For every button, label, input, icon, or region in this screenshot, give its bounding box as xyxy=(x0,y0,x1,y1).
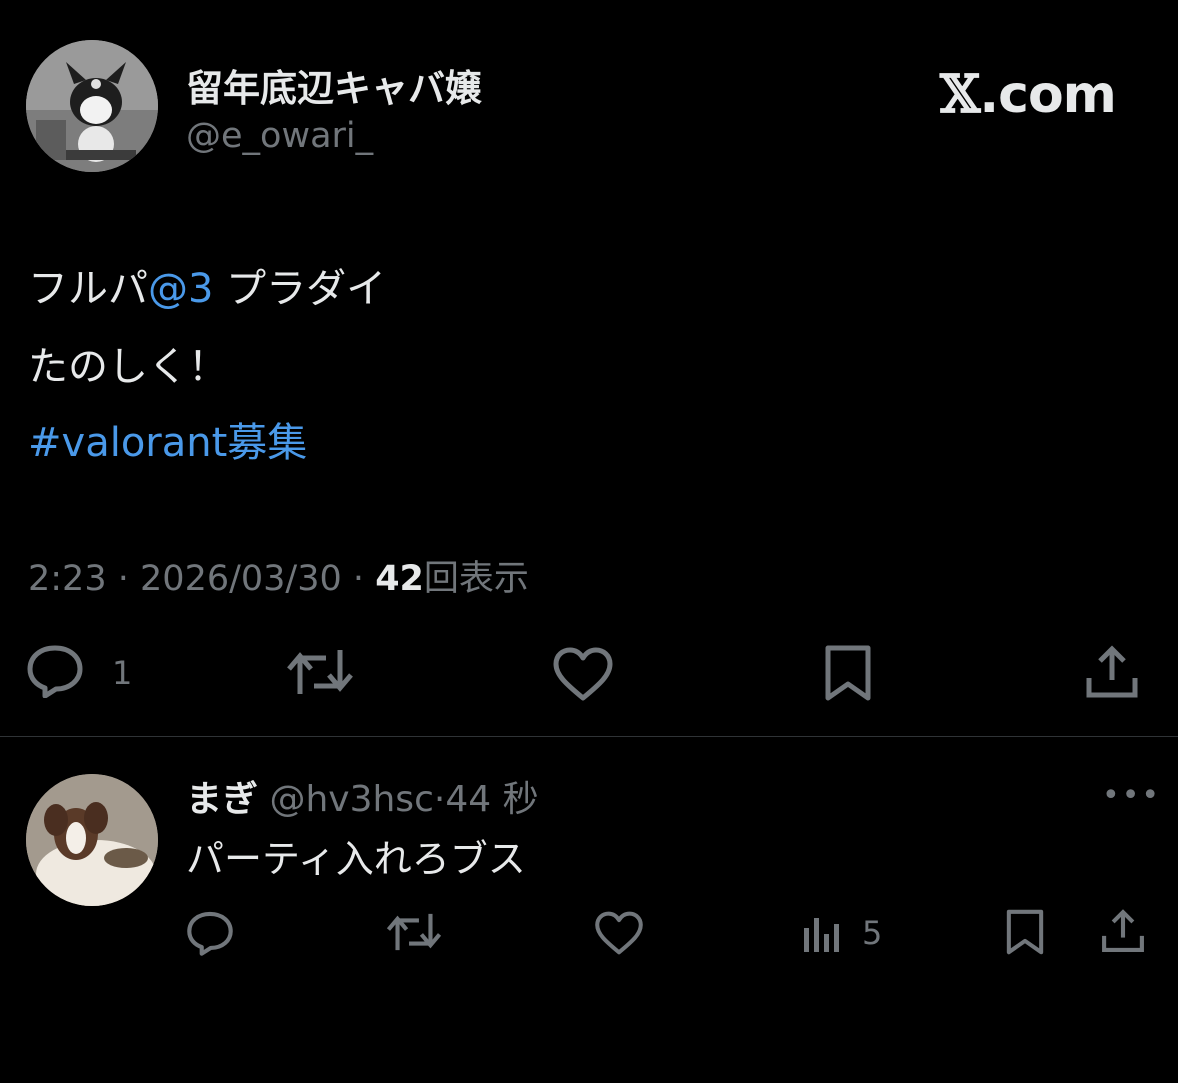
author-avatar[interactable] xyxy=(26,40,158,172)
mention-link[interactable]: @3 xyxy=(148,266,213,312)
author-handle[interactable]: @e_owari_ xyxy=(186,116,373,156)
reply-share-button[interactable] xyxy=(1100,908,1146,954)
tweet-text: プラダイ xyxy=(213,266,387,312)
reply-time[interactable]: 44 秒 xyxy=(445,779,538,820)
x-logo: 𝕏.com xyxy=(940,64,1117,125)
reply-header: まぎ @hv3hsc·44 秒 xyxy=(186,770,539,822)
tweet-date[interactable]: 2026/03/30 xyxy=(140,559,342,599)
share-button[interactable] xyxy=(1084,644,1140,700)
like-button[interactable] xyxy=(552,646,614,702)
retweet-icon xyxy=(287,650,353,694)
reply-bookmark-button[interactable] xyxy=(1004,908,1046,956)
more-button[interactable]: ••• xyxy=(1102,778,1161,813)
bookmark-button[interactable] xyxy=(822,644,874,702)
reply-icon xyxy=(27,645,83,698)
meta-separator: · xyxy=(433,779,446,820)
views-count: 42 xyxy=(375,559,424,599)
hashtag-link[interactable]: #valorant募集 xyxy=(28,410,307,468)
like-icon xyxy=(595,911,643,955)
tweet-meta: 2:23 · 2026/03/30 · 42回表示 xyxy=(28,550,529,601)
like-icon xyxy=(553,647,613,701)
tweet-text-line-2: たのしく！ xyxy=(28,344,228,390)
tweet-time[interactable]: 2:23 xyxy=(28,559,107,599)
tweet-text: フルパ xyxy=(28,266,148,312)
reply-retweet-button[interactable] xyxy=(386,910,442,954)
share-icon xyxy=(1102,909,1144,952)
reply-views-button[interactable] xyxy=(802,914,842,954)
reply-like-button[interactable] xyxy=(594,910,644,956)
reply-text: パーティ入れろブス xyxy=(186,837,526,881)
meta-separator: · xyxy=(117,559,129,599)
reply-author-handle[interactable]: @hv3hsc xyxy=(269,779,433,820)
divider xyxy=(0,736,1178,737)
retweet-button[interactable] xyxy=(286,646,354,698)
tweet-text-line-1: フルパ@3 プラダイ xyxy=(28,256,386,314)
reply-author-name[interactable]: まぎ xyxy=(186,779,258,820)
reply-count: 1 xyxy=(112,654,133,692)
author-name[interactable]: 留年底辺キャバ嬢 xyxy=(186,58,482,112)
reply-button[interactable] xyxy=(26,644,84,698)
views-icon xyxy=(804,918,839,952)
reply-author-avatar[interactable] xyxy=(26,774,158,906)
bookmark-icon xyxy=(1006,909,1044,955)
reply-icon xyxy=(187,911,233,956)
meta-separator: · xyxy=(352,559,365,599)
brand-domain: .com xyxy=(979,65,1116,125)
views-label: 回表示 xyxy=(423,559,529,599)
retweet-icon xyxy=(386,913,442,951)
more-icon: ••• xyxy=(1102,778,1162,813)
bookmark-icon xyxy=(825,645,871,701)
x-logo-icon: 𝕏 xyxy=(940,64,980,125)
reply-views-count: 5 xyxy=(862,914,883,952)
share-icon xyxy=(1086,645,1138,698)
reply-reply-button[interactable] xyxy=(186,910,234,956)
